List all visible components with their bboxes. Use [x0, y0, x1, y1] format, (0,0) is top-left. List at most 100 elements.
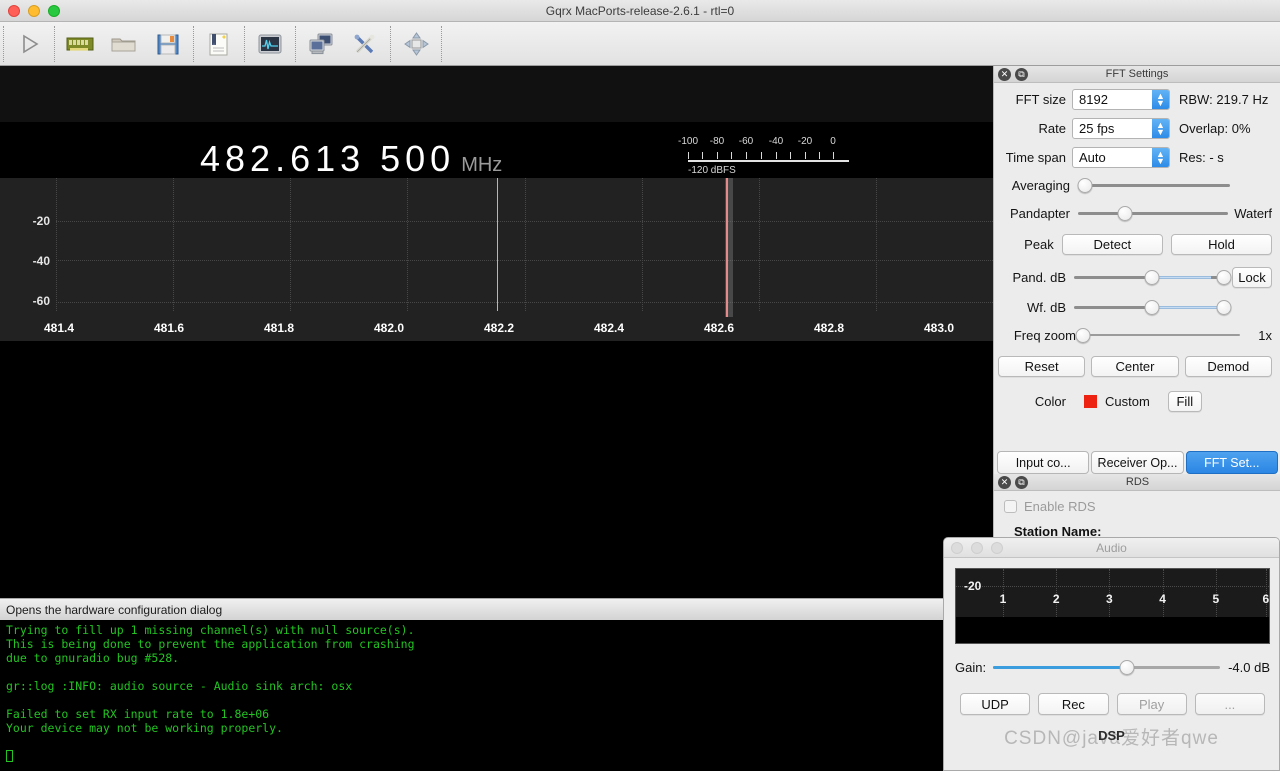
pand-db-row: Pand. dB Lock: [998, 267, 1272, 288]
meter-tick-label: -20: [797, 136, 813, 147]
console-line: Failed to set RX input rate to 1.8e+06: [6, 707, 270, 721]
timespan-row: Time span Auto ▲ ▼ Res: - s: [998, 147, 1272, 168]
color-row: Color Custom Fill: [998, 391, 1272, 412]
waveform-monitor-icon: [258, 34, 282, 53]
remote-control-button[interactable]: [299, 24, 343, 64]
receiver-display-area: 482.613 500 MHz -100 -80 -60 -40 -20 0 -1…: [0, 66, 993, 664]
audio-play-button[interactable]: Play: [1116, 693, 1187, 715]
memory-card-icon: [66, 37, 94, 51]
overlap-info: Overlap: 0%: [1179, 121, 1251, 136]
enable-rds-checkbox[interactable]: [1004, 500, 1017, 513]
audio-minimize-button[interactable]: [971, 542, 983, 554]
tuning-marker[interactable]: [719, 178, 735, 317]
console-line: due to gnuradio bug #528.: [6, 651, 180, 665]
wf-db-row: Wf. dB: [998, 298, 1272, 316]
peak-hold-button[interactable]: Hold: [1170, 234, 1272, 255]
bookmarks-button[interactable]: [197, 24, 241, 64]
center-button[interactable]: Center: [1091, 356, 1179, 377]
lock-button[interactable]: Lock: [1232, 267, 1272, 288]
plot-grid-area: [56, 178, 993, 311]
frequency-unit: MHz: [461, 154, 503, 176]
chevron-updown-icon[interactable]: ▲ ▼: [1152, 119, 1169, 138]
console-line: Trying to fill up 1 missing channel(s) w…: [6, 623, 415, 637]
tab-input-controls[interactable]: Input co...: [997, 451, 1090, 474]
freq-zoom-row: Freq zoom 1x: [998, 326, 1272, 344]
meter-tick-label: -80: [709, 136, 725, 147]
audio-maximize-button[interactable]: [991, 542, 1003, 554]
x-axis-tick: 482.6: [703, 321, 735, 335]
audio-x-tick: 3: [1106, 591, 1113, 606]
fft-size-row: FFT size 8192 ▲ ▼ RBW: 219.7 Hz: [998, 89, 1272, 110]
reset-button[interactable]: Reset: [998, 356, 1086, 377]
tools-icon: [354, 34, 375, 53]
rate-value: 25 fps: [1079, 121, 1115, 136]
toolbar-separator: [295, 25, 296, 62]
frequency-readout[interactable]: 482.613 500 MHz: [200, 138, 502, 180]
y-axis-tick: -60: [32, 294, 50, 308]
meter-level-label: -120 dBFS: [688, 165, 736, 176]
play-icon: [23, 34, 39, 53]
y-axis-tick: -20: [32, 214, 50, 228]
pand-db-range-slider[interactable]: [1074, 269, 1232, 287]
float-panel-icon[interactable]: ⧉: [1015, 68, 1028, 81]
frequency-header: [0, 66, 993, 122]
save-settings-button[interactable]: [146, 24, 190, 64]
freq-zoom-slider[interactable]: [1075, 326, 1240, 344]
audio-rec-button[interactable]: Rec: [1038, 693, 1109, 715]
peak-detect-button[interactable]: Detect: [1061, 234, 1163, 255]
audio-gain-slider[interactable]: [993, 658, 1221, 676]
cursor-line: [497, 178, 498, 311]
configure-device-button[interactable]: [58, 24, 102, 64]
load-settings-button[interactable]: [102, 24, 146, 64]
x-axis-tick: 481.8: [263, 321, 295, 335]
fft-settings-panel-title: FFT Settings: [1105, 68, 1169, 80]
spectrum-analyzer-button[interactable]: [248, 24, 292, 64]
enable-rds-row[interactable]: Enable RDS: [1004, 499, 1271, 514]
console-log: Trying to fill up 1 missing channel(s) w…: [0, 620, 943, 771]
fullscreen-button[interactable]: [394, 24, 438, 64]
toolbar-separator: [390, 25, 391, 62]
color-value[interactable]: Custom: [1105, 394, 1150, 409]
audio-udp-button[interactable]: UDP: [960, 693, 1031, 715]
close-icon[interactable]: ✕: [998, 68, 1011, 81]
fill-button[interactable]: Fill: [1167, 391, 1202, 412]
chevron-updown-icon[interactable]: ▲ ▼: [1152, 148, 1169, 167]
tools-button[interactable]: [343, 24, 387, 64]
rate-select[interactable]: 25 fps ▲ ▼: [1072, 118, 1170, 139]
averaging-label: Averaging: [1011, 177, 1070, 193]
meter-ticks: [672, 152, 852, 159]
audio-close-button[interactable]: [951, 542, 963, 554]
chevron-updown-icon[interactable]: ▲ ▼: [1152, 90, 1169, 109]
fft-size-select[interactable]: 8192 ▲ ▼: [1072, 89, 1170, 110]
meter-scale-labels: -100 -80 -60 -40 -20 0: [672, 136, 852, 150]
timespan-select[interactable]: Auto ▲ ▼: [1072, 147, 1170, 168]
toolbar-separator: [244, 25, 245, 62]
res-info: Res: - s: [1179, 150, 1224, 165]
tab-receiver-options[interactable]: Receiver Op...: [1091, 451, 1184, 474]
audio-more-button[interactable]: ...: [1194, 693, 1265, 715]
close-icon[interactable]: ✕: [998, 476, 1011, 489]
pandapter-label: Pandapter: [1010, 205, 1070, 221]
audio-x-tick: 2: [1052, 591, 1060, 606]
averaging-slider[interactable]: [1077, 176, 1230, 194]
toolbar-separator: [193, 25, 194, 62]
console-line: This is being done to prevent the applic…: [6, 637, 415, 651]
demod-button[interactable]: Demod: [1184, 356, 1272, 377]
tab-fft-settings[interactable]: FFT Set...: [1185, 451, 1278, 474]
signal-strength-meter: -100 -80 -60 -40 -20 0 -120 dBFS: [672, 136, 852, 176]
toolbar-separator: [441, 25, 442, 62]
peak-row: Peak Detect Hold: [998, 234, 1272, 255]
panel-window-buttons: ✕ ⧉: [998, 68, 1028, 81]
gqrx-application-window: Gqrx MacPorts-release-2.6.1 - rtl=0 482.…: [0, 0, 1280, 771]
float-panel-icon[interactable]: ⧉: [1015, 476, 1028, 489]
color-swatch[interactable]: [1084, 395, 1097, 408]
pandapter-waterfall-slider[interactable]: [1078, 204, 1229, 222]
pandapter-plot[interactable]: -20 -40 -60 481.4 481.6 481.8 482.0 482.…: [0, 178, 993, 341]
start-dsp-button[interactable]: [7, 24, 51, 64]
window-title: Gqrx MacPorts-release-2.6.1 - rtl=0: [545, 4, 735, 18]
wf-db-range-slider[interactable]: [1074, 298, 1232, 316]
audio-spectrum-plot[interactable]: -20 1 2 3 4 5 6: [955, 568, 1270, 644]
dsp-label: DSP: [1098, 728, 1125, 743]
